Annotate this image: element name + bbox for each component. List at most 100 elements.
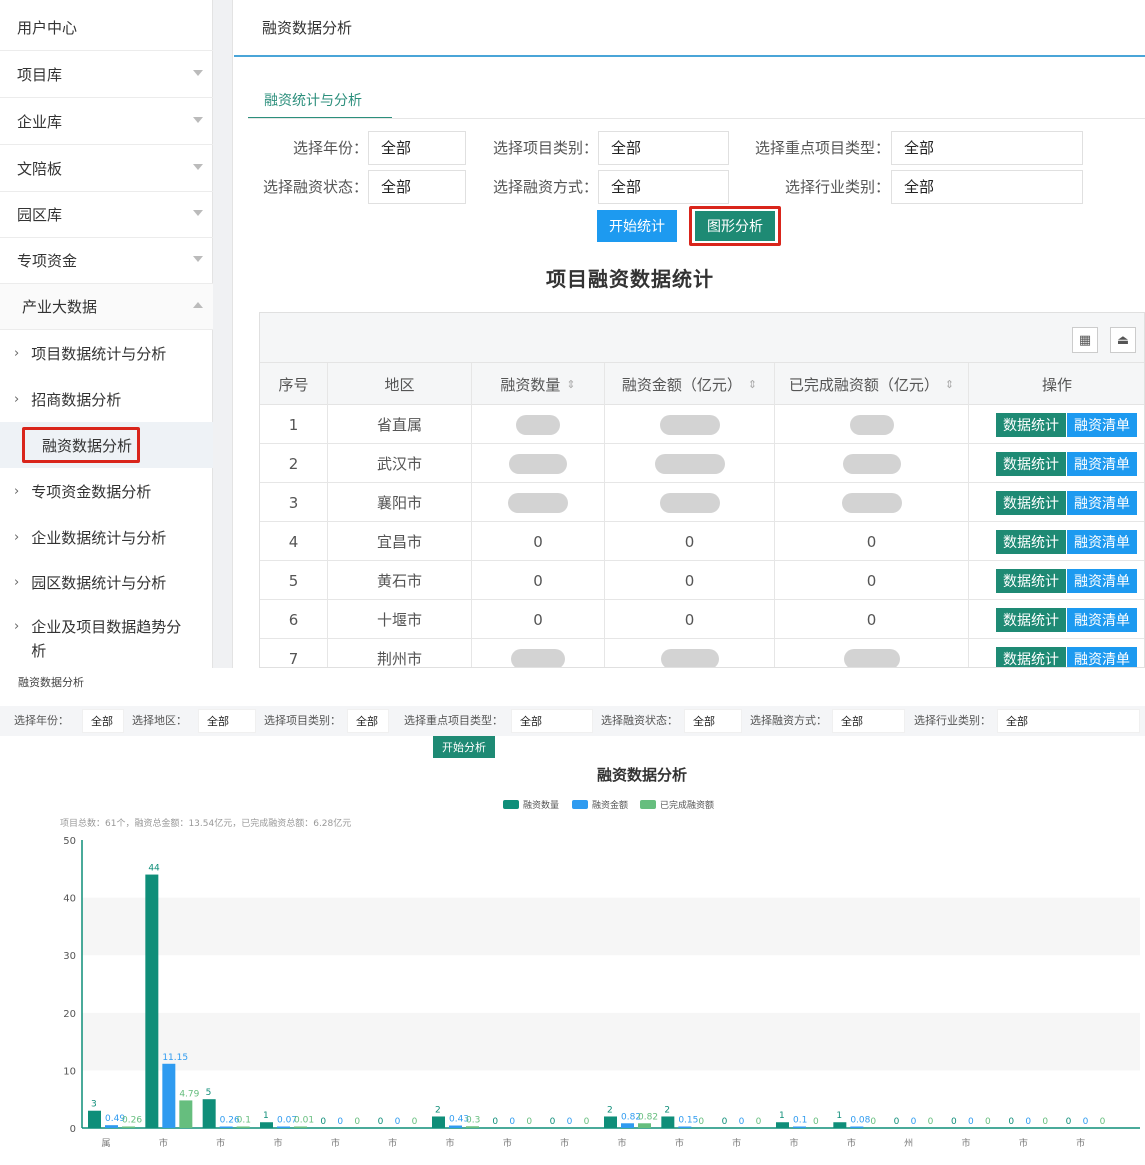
analysis-filter-label: 选择融资状态： bbox=[601, 714, 678, 727]
table-cell-done bbox=[775, 405, 969, 444]
analysis-filter-select[interactable]: 全部 bbox=[347, 709, 389, 733]
analysis-filter-select[interactable]: 全部 bbox=[82, 709, 124, 733]
financing-list-button[interactable]: 融资清单 bbox=[1067, 491, 1137, 515]
sort-icon[interactable]: ⇕ bbox=[748, 378, 757, 391]
header-label: 操作 bbox=[1041, 375, 1072, 394]
data-stats-button[interactable]: 数据统计 bbox=[996, 608, 1066, 632]
bar-data-label: 0 bbox=[698, 1117, 704, 1127]
financing-list-button[interactable]: 融资清单 bbox=[1067, 530, 1137, 554]
sidebar-subitem[interactable]: › 项目数据统计与分析 bbox=[0, 330, 213, 376]
table-row: 5 黄石市 0 0 0 数据统计 融资清单 bbox=[260, 561, 1144, 600]
analysis-filter-select[interactable]: 全部 bbox=[198, 709, 256, 733]
key-project-select[interactable]: 全部 bbox=[891, 131, 1083, 165]
analysis-filter-select[interactable]: 全部 bbox=[684, 709, 742, 733]
data-stats-button[interactable]: 数据统计 bbox=[996, 491, 1066, 515]
bar-data-label: 2 bbox=[664, 1105, 670, 1115]
table-row: 7 荆州市 数据统计 融资清单 bbox=[260, 639, 1144, 667]
sidebar-subitem[interactable]: › 招商数据分析 bbox=[0, 376, 213, 422]
cell-text: 宜昌市 bbox=[376, 533, 422, 551]
table-header-cell[interactable]: 融资数量 ⇕ bbox=[472, 363, 605, 405]
bar-data-label: 0 bbox=[739, 1117, 745, 1127]
sidebar: 用户中心项目库 企业库 文陪板园区库专项资金 产业大数据 › 项目数据统计与分析 › 招商数据… bbox=[0, 0, 213, 668]
table-header-cell[interactable]: 融资金额（亿元） ⇕ bbox=[605, 363, 775, 405]
project-type-select[interactable]: 全部 bbox=[598, 131, 729, 165]
y-tick-label: 30 bbox=[63, 951, 76, 962]
table-row: 2 武汉市 数据统计 融资清单 bbox=[260, 444, 1144, 483]
table-row: 6 十堰市 0 0 0 数据统计 融资清单 bbox=[260, 600, 1144, 639]
project-type-label: 选择项目类别： bbox=[492, 139, 598, 157]
bar-data-label: 0.08 bbox=[850, 1116, 870, 1126]
tab-financing-stats[interactable]: 融资统计与分析 bbox=[248, 82, 392, 119]
sidebar-item[interactable]: 文陪板 bbox=[0, 146, 213, 192]
data-stats-button[interactable]: 数据统计 bbox=[996, 647, 1066, 667]
bar-done bbox=[179, 1100, 193, 1128]
start-analysis-button[interactable]: 开始分析 bbox=[433, 736, 495, 758]
sort-icon[interactable]: ⇕ bbox=[945, 378, 954, 391]
x-tick-label: 市 bbox=[961, 1137, 970, 1149]
sidebar-item[interactable]: 企业库 bbox=[0, 99, 213, 145]
analysis-filter-select[interactable]: 全部 bbox=[511, 709, 593, 733]
key-project-label: 选择重点项目类型： bbox=[754, 139, 890, 157]
method-select[interactable]: 全部 bbox=[598, 170, 729, 204]
sidebar-item[interactable]: 专项资金 bbox=[0, 238, 213, 284]
table-header-cell[interactable]: 已完成融资额（亿元） ⇕ bbox=[775, 363, 969, 405]
bar-done bbox=[236, 1126, 250, 1128]
export-icon[interactable]: ⏏ bbox=[1110, 327, 1136, 353]
sidebar-item[interactable]: 项目库 bbox=[0, 52, 213, 98]
table-cell-done: 0 bbox=[775, 600, 969, 639]
sidebar-item[interactable]: 用户中心 bbox=[0, 5, 213, 51]
data-stats-button[interactable]: 数据统计 bbox=[996, 569, 1066, 593]
sidebar-item[interactable]: 园区库 bbox=[0, 192, 213, 238]
year-select[interactable]: 全部 bbox=[368, 131, 466, 165]
method-label: 选择融资方式： bbox=[492, 178, 598, 196]
industry-select[interactable]: 全部 bbox=[891, 170, 1083, 204]
chart-summary: 项目总数：61个，融资总金额：13.54亿元，已完成融资总额：6.28亿元 bbox=[60, 817, 351, 829]
cell-text: 3 bbox=[288, 493, 299, 512]
analysis-filter-label: 选择行业类别： bbox=[914, 714, 991, 727]
analysis-filter-select[interactable]: 全部 bbox=[832, 709, 905, 733]
data-stats-button[interactable]: 数据统计 bbox=[996, 530, 1066, 554]
analysis-filter-select[interactable]: 全部 bbox=[997, 709, 1140, 733]
redacted-value bbox=[509, 453, 567, 474]
financing-list-button[interactable]: 融资清单 bbox=[1067, 647, 1137, 667]
start-stats-button[interactable]: 开始统计 bbox=[597, 210, 677, 242]
x-tick-label: 市 bbox=[216, 1137, 225, 1149]
financing-list-button[interactable]: 融资清单 bbox=[1067, 413, 1137, 437]
financing-list-button[interactable]: 融资清单 bbox=[1067, 608, 1137, 632]
x-tick-label: 市 bbox=[1076, 1137, 1085, 1149]
bar-data-label: 0 bbox=[584, 1117, 590, 1127]
sidebar-subitem[interactable]: › 企业及项目数据趋势分析 bbox=[0, 605, 195, 665]
financing-list-button[interactable]: 融资清单 bbox=[1067, 452, 1137, 476]
sidebar-subitem[interactable]: › 园区数据统计与分析 bbox=[0, 559, 213, 605]
redacted-value bbox=[841, 492, 902, 513]
data-stats-button[interactable]: 数据统计 bbox=[996, 413, 1066, 437]
status-select[interactable]: 全部 bbox=[368, 170, 466, 204]
table-cell-count: 0 bbox=[472, 600, 605, 639]
bar-data-label: 0 bbox=[492, 1117, 498, 1127]
chevron-down-icon bbox=[193, 70, 203, 76]
cell-text: 2 bbox=[288, 454, 299, 473]
sort-icon[interactable]: ⇕ bbox=[566, 378, 575, 391]
x-tick-label: 市 bbox=[1019, 1137, 1028, 1149]
sidebar-subitem-label: 园区数据统计与分析 bbox=[31, 573, 167, 592]
financing-list-button[interactable]: 融资清单 bbox=[1067, 569, 1137, 593]
sidebar-subitem[interactable]: › 专项资金数据分析 bbox=[0, 468, 213, 514]
cell-text: 1 bbox=[288, 415, 299, 434]
x-tick-label: 市 bbox=[847, 1137, 856, 1149]
table-cell-count: 0 bbox=[472, 522, 605, 561]
bar-amount bbox=[449, 1125, 462, 1128]
sidebar-item-label: 园区库 bbox=[17, 206, 63, 224]
data-stats-button[interactable]: 数据统计 bbox=[996, 452, 1066, 476]
table-cell-idx: 4 bbox=[260, 522, 328, 561]
bar-amount bbox=[621, 1123, 634, 1128]
sidebar-item-label: 用户中心 bbox=[17, 19, 78, 37]
header-label: 序号 bbox=[278, 375, 309, 394]
grid-band bbox=[82, 1012, 1140, 1071]
header-label: 融资数量 bbox=[500, 375, 561, 394]
sidebar-subitem[interactable]: › 企业数据统计与分析 bbox=[0, 514, 213, 560]
bar-data-label: 0 bbox=[1083, 1117, 1089, 1127]
cell-text: 黄石市 bbox=[376, 572, 422, 590]
bar-amount bbox=[277, 1126, 290, 1128]
sidebar-item[interactable]: 产业大数据 bbox=[0, 284, 213, 330]
columns-icon[interactable]: ▦ bbox=[1072, 327, 1098, 353]
